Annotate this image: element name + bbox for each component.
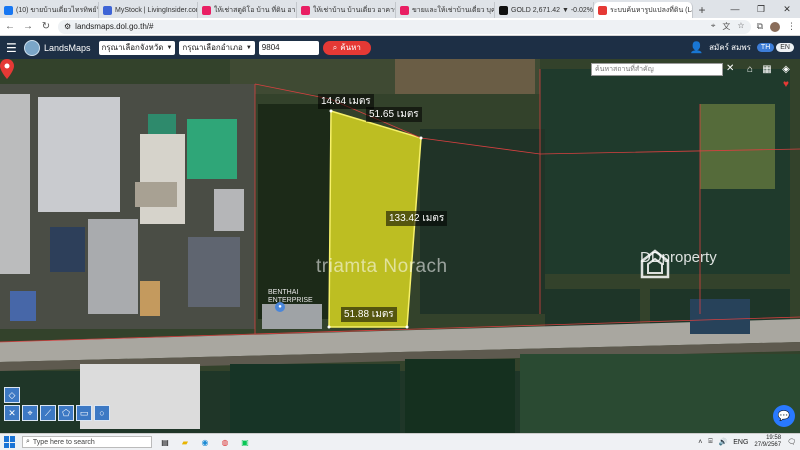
edge-icon[interactable]: ◉ bbox=[198, 436, 212, 448]
taskview-icon[interactable]: ▤ bbox=[158, 436, 172, 448]
polygon-tool-icon[interactable]: ⬠ bbox=[58, 405, 74, 421]
language-indicator[interactable]: ENG bbox=[733, 439, 748, 446]
hamburger-menu-icon[interactable]: ☰ bbox=[6, 41, 20, 55]
ddproperty-watermark: DDproperty bbox=[640, 249, 717, 279]
district-select[interactable]: กรุณาเลือกอำเภอ ▼ bbox=[179, 40, 255, 55]
browser-tab-strip: (10) ขายบ้านเดี่ยวไทรทิพย์วิลล์ 2 - แมก✕… bbox=[0, 0, 800, 18]
search-button[interactable]: ⌕ ค้นหา bbox=[322, 40, 371, 55]
clock-time: 19:58 bbox=[766, 435, 782, 441]
search-icon: ⌕ bbox=[26, 438, 30, 445]
browser-tab[interactable]: MyStock | LivingInsider.com✕ bbox=[99, 2, 198, 18]
brand-name: LandsMaps bbox=[44, 42, 91, 53]
user-name[interactable]: สมัคร์ สมพร bbox=[709, 41, 751, 54]
rectangle-tool-icon[interactable]: ▭ bbox=[76, 405, 92, 421]
network-icon[interactable]: ⌸ bbox=[708, 438, 712, 446]
menu-kebab-icon[interactable]: ⋮ bbox=[787, 21, 796, 32]
favicon-icon bbox=[400, 5, 409, 15]
watermark-text: triamta Norach bbox=[316, 256, 448, 277]
favicon-icon bbox=[4, 5, 13, 15]
parcel-number-input[interactable]: 9804 bbox=[258, 40, 319, 55]
search-icon: ⌕ bbox=[332, 42, 338, 52]
marker-tool-icon[interactable]: ⌖ bbox=[22, 405, 38, 421]
bookmark-star-icon[interactable]: ☆ bbox=[737, 21, 744, 32]
chevron-down-icon: ▼ bbox=[245, 44, 252, 51]
heart-icon[interactable]: ♥ bbox=[779, 77, 793, 91]
measure-label-right: 133.42 เมตร bbox=[386, 211, 448, 226]
tab-label: MyStock | LivingInsider.com bbox=[115, 6, 198, 14]
home-icon[interactable]: ⌂ bbox=[743, 62, 757, 76]
favicon-icon bbox=[499, 5, 508, 15]
url-field[interactable]: ⚙ landsmaps.dol.go.th/# ⌖ 文 ☆ bbox=[58, 19, 751, 34]
location-icon[interactable]: ⌖ bbox=[711, 21, 716, 32]
taskbar-search-input[interactable]: ⌕ Type here to search bbox=[22, 436, 152, 448]
favicon-icon bbox=[202, 5, 211, 15]
layers-icon[interactable]: ◈ bbox=[779, 62, 793, 76]
grid-icon[interactable]: ▦ bbox=[760, 62, 774, 76]
map-view[interactable]: ค้นหาสถานที่สำคัญ ✕ ⌂ ▦ ◈ ♥ 14.64 เมตร 5… bbox=[0, 59, 800, 433]
favicon-icon bbox=[598, 5, 607, 15]
clock[interactable]: 19:58 27/9/2567 bbox=[754, 435, 781, 449]
favicon-icon bbox=[103, 5, 112, 15]
browser-tab[interactable]: ให้เช่าสตูดิโอ บ้าน ที่ดิน อาคารพาณ✕ bbox=[198, 2, 297, 18]
poi-icon[interactable]: ● bbox=[275, 302, 285, 312]
browser-tab[interactable]: GOLD 2,671.42 ▼ -0.02% Den✕ bbox=[495, 2, 594, 18]
lang-en-button[interactable]: EN bbox=[776, 43, 794, 52]
forward-icon[interactable]: → bbox=[22, 21, 34, 32]
windows-taskbar: ⌕ Type here to search ▤ ▰ ◉ ◍ ▣ ˄ ⌸ 🔊 ENG… bbox=[0, 433, 800, 450]
windows-start-icon[interactable] bbox=[4, 436, 16, 448]
chat-icon[interactable]: 💬 bbox=[773, 405, 795, 427]
tools-icon[interactable]: ✕ bbox=[4, 405, 20, 421]
polyline-tool-icon[interactable]: ⟋ bbox=[40, 405, 56, 421]
volume-icon[interactable]: 🔊 bbox=[719, 438, 728, 446]
tab-list: (10) ขายบ้านเดี่ยวไทรทิพย์วิลล์ 2 - แมก✕… bbox=[0, 2, 693, 18]
tab-label: GOLD 2,671.42 ▼ -0.02% Den bbox=[511, 6, 594, 14]
browser-tab[interactable]: ระบบค้นหารูปแปลงที่ดิน (LandsMa✕ bbox=[594, 2, 693, 18]
province-select[interactable]: กรุณาเลือกจังหวัด ▼ bbox=[98, 40, 176, 55]
ddproperty-logo-icon bbox=[640, 249, 670, 279]
reload-icon[interactable]: ↻ bbox=[40, 21, 52, 32]
drawing-toolbar: ◇ ✕ ⌖ ⟋ ⬠ ▭ ○ bbox=[4, 387, 124, 421]
line-app-icon[interactable]: ▣ bbox=[238, 436, 252, 448]
maximize-button[interactable]: ❐ bbox=[748, 0, 774, 18]
lang-th-button[interactable]: TH bbox=[756, 43, 775, 52]
translate-icon[interactable]: 文 bbox=[722, 21, 730, 32]
app-logo bbox=[24, 39, 40, 56]
chevron-down-icon: ▼ bbox=[166, 44, 173, 51]
clock-date: 27/9/2567 bbox=[754, 442, 782, 448]
browser-tab[interactable]: ให้เช่าบ้าน บ้านเดี่ยว อาคารพาณิช 2✕ bbox=[297, 2, 396, 18]
close-window-button[interactable]: ✕ bbox=[774, 0, 800, 18]
back-icon[interactable]: ← bbox=[4, 21, 16, 32]
building-label: BENTHAI ENTERPRISE bbox=[268, 289, 313, 304]
measure-label-top: 51.65 เมตร bbox=[366, 107, 422, 122]
site-info-icon[interactable]: ⚙ bbox=[64, 22, 71, 31]
circle-tool-icon[interactable]: ○ bbox=[94, 405, 110, 421]
url-text: landsmaps.dol.go.th/# bbox=[75, 22, 154, 31]
favicon-icon bbox=[301, 5, 310, 15]
chevron-up-icon[interactable]: ˄ bbox=[698, 439, 702, 446]
place-search-input[interactable]: ค้นหาสถานที่สำคัญ bbox=[591, 63, 723, 76]
profile-avatar[interactable] bbox=[770, 21, 780, 32]
file-explorer-icon[interactable]: ▰ bbox=[178, 436, 192, 448]
tab-label: ระบบค้นหารูปแปลงที่ดิน (LandsMa bbox=[610, 6, 692, 14]
extension-icon[interactable]: ⧉ bbox=[757, 21, 763, 32]
measure-label-bottom: 51.88 เมตร bbox=[341, 307, 397, 322]
tab-label: ขายและให้เช่าบ้านเดี่ยว บุคลิกิ ยายี bbox=[412, 6, 495, 14]
minimize-button[interactable]: — bbox=[722, 0, 748, 18]
tab-label: (10) ขายบ้านเดี่ยวไทรทิพย์วิลล์ 2 - แมก bbox=[16, 6, 98, 14]
user-icon[interactable]: 👤 bbox=[689, 41, 703, 54]
app-header: ☰ LandsMaps กรุณาเลือกจังหวัด ▼ กรุณาเลือ… bbox=[0, 36, 800, 59]
layer-tool-icon[interactable]: ◇ bbox=[4, 387, 20, 403]
close-icon[interactable]: ✕ bbox=[726, 63, 734, 74]
browser-tab[interactable]: (10) ขายบ้านเดี่ยวไทรทิพย์วิลล์ 2 - แมก✕ bbox=[0, 2, 99, 18]
browser-tab[interactable]: ขายและให้เช่าบ้านเดี่ยว บุคลิกิ ยายี✕ bbox=[396, 2, 495, 18]
system-tray: ˄ ⌸ 🔊 ENG 19:58 27/9/2567 🗨 bbox=[698, 435, 796, 449]
address-bar: ← → ↻ ⚙ landsmaps.dol.go.th/# ⌖ 文 ☆ ⧉ ⋮ bbox=[0, 18, 800, 36]
notification-icon[interactable]: 🗨 bbox=[787, 438, 796, 446]
new-tab-button[interactable]: + bbox=[693, 2, 711, 18]
location-pin-icon[interactable] bbox=[0, 59, 14, 79]
tab-label: ให้เช่าสตูดิโอ บ้าน ที่ดิน อาคารพาณ bbox=[214, 6, 296, 14]
tab-label: ให้เช่าบ้าน บ้านเดี่ยว อาคารพาณิช 2 bbox=[313, 6, 395, 14]
chrome-icon[interactable]: ◍ bbox=[218, 436, 232, 448]
window-controls: — ❐ ✕ bbox=[722, 0, 800, 18]
